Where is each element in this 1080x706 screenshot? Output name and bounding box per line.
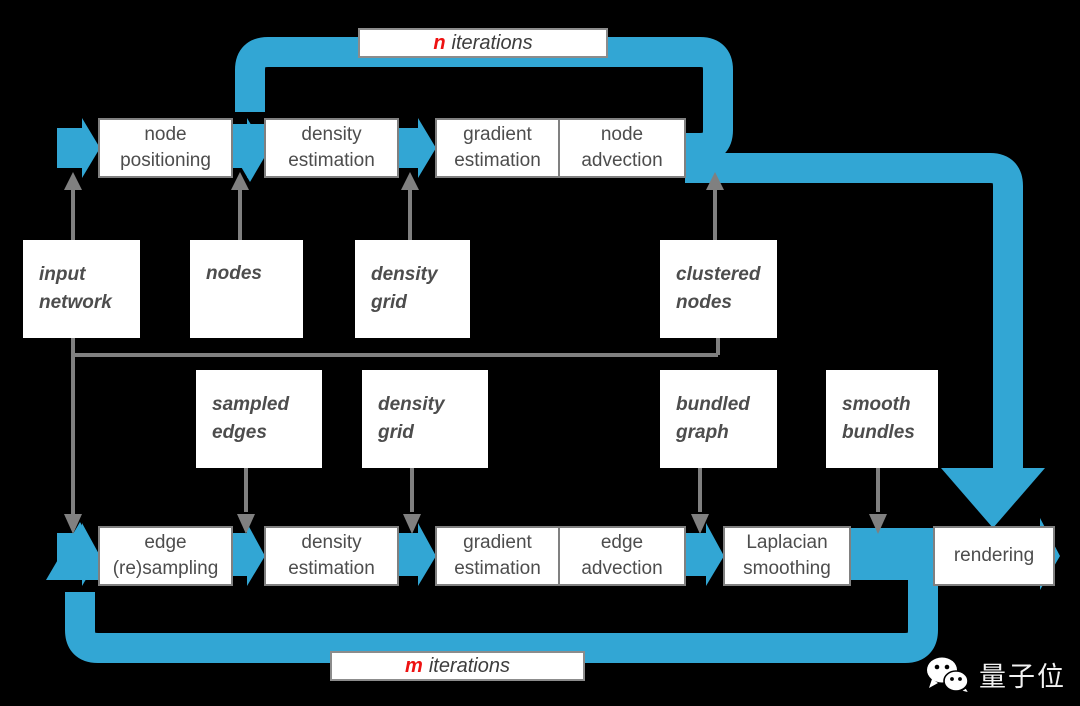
data-label-line1: sampled — [212, 393, 290, 415]
data-label-line2: graph — [676, 422, 729, 443]
iteration-variable: m — [405, 654, 423, 677]
diagram-canvas: node positioning density estimation grad… — [0, 0, 1080, 706]
process-node-positioning[interactable]: node positioning — [98, 118, 233, 178]
data-label-line2: nodes — [676, 292, 732, 313]
flow-arrow-layer — [46, 37, 1060, 663]
data-nodes[interactable]: nodes — [190, 240, 303, 338]
data-label-line1: input — [39, 263, 86, 285]
process-label-line1: rendering — [953, 545, 1035, 567]
process-label-line1: density — [301, 532, 362, 554]
data-clustered-nodes[interactable]: clustered nodes — [660, 240, 777, 338]
process-node-advection[interactable]: node advection — [559, 118, 686, 178]
process-label-line1: node — [144, 124, 187, 146]
process-label-line1: Laplacian — [746, 532, 828, 554]
process-gradient-estimation-top[interactable]: gradient estimation — [435, 118, 559, 178]
data-input-network[interactable]: input network — [23, 240, 140, 338]
process-label-line2: advection — [581, 558, 663, 579]
process-edge-advection[interactable]: edge advection — [559, 526, 686, 586]
process-label-line2: smoothing — [743, 558, 831, 579]
process-edge-resampling[interactable]: edge (re)sampling — [98, 526, 233, 586]
data-label-line1: density — [371, 263, 438, 285]
data-label-line1: nodes — [206, 263, 262, 284]
process-label-line2: advection — [581, 150, 663, 171]
process-label-line1: edge — [144, 532, 187, 554]
process-label-line2: estimation — [454, 558, 541, 579]
process-label-line1: edge — [600, 532, 644, 554]
data-label-line1: density — [378, 393, 445, 415]
process-label-line1: node — [600, 124, 644, 146]
process-label-line2: positioning — [120, 150, 211, 171]
watermark-text: 量子位 — [979, 662, 1066, 693]
data-label-line1: bundled — [676, 393, 750, 415]
process-label-line2: estimation — [454, 150, 541, 171]
data-smooth-bundles[interactable]: smooth bundles — [826, 370, 938, 468]
data-density-grid-lower[interactable]: density grid — [362, 370, 488, 468]
wechat-icon — [927, 657, 970, 693]
process-laplacian-smoothing[interactable]: Laplacian smoothing — [723, 526, 851, 586]
process-gradient-estimation-bottom[interactable]: gradient estimation — [435, 526, 559, 586]
data-label-line2: bundles — [842, 422, 915, 443]
m-iterations-label: m iterations — [330, 651, 585, 681]
data-label-line1: clustered — [676, 263, 761, 285]
data-label-line2: grid — [378, 422, 414, 443]
iteration-variable: n — [433, 31, 446, 54]
process-density-estimation-top[interactable]: density estimation — [264, 118, 399, 178]
process-density-estimation-bottom[interactable]: density estimation — [264, 526, 399, 586]
process-label-line2: (re)sampling — [112, 558, 219, 579]
data-label-line1: smooth — [842, 393, 911, 415]
advection-to-rendering-arrow — [685, 153, 1045, 528]
lower-data-connectors — [244, 468, 880, 512]
iteration-text: iterations — [428, 654, 510, 677]
data-label-line2: network — [39, 292, 112, 313]
n-iterations-label: n iterations — [358, 28, 608, 58]
process-label-line1: gradient — [463, 124, 532, 146]
data-bundled-graph[interactable]: bundled graph — [660, 370, 777, 468]
process-label-line1: density — [301, 124, 362, 146]
data-density-grid-upper[interactable]: density grid — [355, 240, 470, 338]
process-rendering[interactable]: rendering — [933, 526, 1055, 586]
data-sampled-edges[interactable]: sampled edges — [196, 370, 322, 468]
process-label-line2: estimation — [288, 150, 375, 171]
process-label-line2: estimation — [288, 558, 375, 579]
iteration-text: iterations — [451, 31, 533, 54]
process-label-line1: gradient — [463, 532, 532, 554]
watermark: 量子位 — [926, 655, 1066, 694]
data-label-line2: grid — [371, 292, 407, 313]
data-label-line2: edges — [212, 422, 267, 443]
upper-data-connectors — [71, 186, 717, 240]
